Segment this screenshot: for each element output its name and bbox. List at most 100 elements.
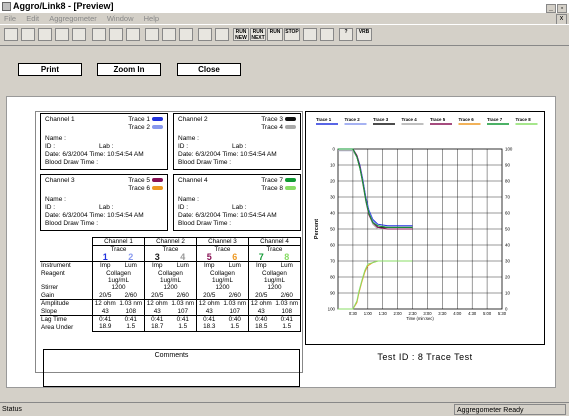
menu-file[interactable]: File (4, 14, 16, 23)
channel-title: Channel 1 (45, 116, 75, 123)
cell-value: 1.03 nm (221, 299, 249, 308)
bars-icon[interactable] (215, 28, 229, 41)
print-icon[interactable] (72, 28, 86, 41)
lab-field: Lab : (232, 204, 247, 211)
cell-value: 1.5 (117, 323, 145, 332)
vrb-icon[interactable]: VRB (356, 28, 372, 41)
cell-value: 18.9 (91, 323, 118, 332)
cell-value: 20/5 (247, 291, 274, 300)
run-next-icon[interactable]: RUN NEXT (250, 28, 266, 41)
legend-entry: Trace 1 (316, 117, 332, 122)
compare-icon[interactable] (198, 28, 212, 41)
cell-value: Collagen (92, 269, 145, 278)
cell-value: 0:41 (195, 315, 222, 324)
cell-value: 1.5 (221, 323, 249, 332)
run-new-icon[interactable]: RUN NEW (233, 28, 249, 41)
legend-entry: Trace 5 (430, 117, 446, 122)
cell-value: 1200 (195, 284, 249, 292)
run-icon[interactable]: RUN (267, 28, 283, 41)
minimize-button[interactable]: _ (546, 4, 556, 13)
print-button[interactable]: Print (18, 63, 82, 76)
patient-icon[interactable] (21, 28, 35, 41)
menu-aggregometer[interactable]: Aggregometer (49, 14, 97, 23)
legend-entry: Trace 4 (402, 117, 418, 122)
comments-label: Comments (154, 352, 189, 359)
x-tick: 1:00 (364, 311, 373, 316)
cell-value: 0:41 (91, 315, 118, 324)
row-label: Slope (41, 307, 58, 315)
help-icon[interactable]: ? (339, 28, 353, 41)
menu-bar: File Edit Aggregometer Window Help x (0, 13, 569, 25)
cell-value: 18.5 (247, 323, 274, 332)
trace-a-swatch (152, 178, 163, 183)
trace-a-swatch (285, 117, 296, 122)
trace-b-swatch (285, 186, 296, 191)
trace-header: Trace (92, 245, 145, 254)
open-folder-icon[interactable] (4, 28, 18, 41)
preview-icon[interactable] (55, 28, 69, 41)
cell-value: 20/5 (143, 291, 170, 300)
view1-icon[interactable] (109, 28, 123, 41)
y-tick-right: 100 (505, 147, 513, 152)
zoom-in-button[interactable]: Zoom In (97, 63, 161, 76)
cell-value: 43 (247, 307, 274, 316)
menu-help[interactable]: Help (144, 14, 159, 23)
y-tick-right: 50 (505, 227, 510, 232)
trace-number: 1 (91, 252, 118, 263)
cell-value: Imp (247, 261, 274, 270)
menu-edit[interactable]: Edit (26, 14, 39, 23)
channel-header: Channel 2 (143, 236, 197, 247)
name-field: Name : (178, 196, 199, 203)
series-line (338, 148, 413, 228)
blood-draw-field: Blood Draw Time : (45, 220, 99, 227)
trace-a-legend: Trace 3 (261, 116, 296, 124)
trace-number: 4 (169, 252, 197, 263)
cell-value: 2/60 (273, 291, 301, 300)
cell-value: 0:40 (221, 315, 249, 324)
calc-icon[interactable] (92, 28, 106, 41)
cell-value: 0:40 (247, 315, 274, 324)
y-tick-left: 30 (330, 195, 335, 200)
view2-icon[interactable] (126, 28, 140, 41)
cell-value: 18.7 (143, 323, 170, 332)
cell-value: 2/60 (221, 291, 249, 300)
trace-b-legend: Trace 8 (261, 185, 296, 193)
legend-entry: Trace 7 (487, 117, 503, 122)
row-label: Reagent (41, 269, 65, 277)
cell-value: 1ug/mL (143, 277, 197, 285)
book-icon[interactable] (320, 28, 334, 41)
toolbar: RUN NEW RUN NEXT RUN STOP? VRB (0, 24, 569, 46)
trace-header: Trace (247, 245, 302, 254)
stop-icon[interactable]: STOP (284, 28, 300, 41)
cell-value: Imp (195, 261, 222, 270)
graph-icon[interactable] (179, 28, 193, 41)
channel-header: Channel 4 (247, 236, 302, 247)
cell-value: 1.03 nm (169, 299, 197, 308)
cell-value: 108 (273, 307, 301, 316)
series-line (338, 260, 413, 310)
trace-number: 8 (273, 252, 301, 263)
row-label: Area Under (41, 323, 74, 331)
trace-a-legend: Trace 7 (261, 177, 296, 185)
multi-icon[interactable] (303, 28, 317, 41)
lab-field: Lab : (99, 143, 114, 150)
x-tick: 3:30 (438, 311, 447, 316)
trace-header: Trace (143, 245, 197, 254)
restore-button[interactable]: ▫ (557, 4, 567, 13)
cell-value: 1.03 nm (273, 299, 301, 308)
cell-value: Lum (169, 261, 197, 270)
cell-value: Collagen (195, 269, 249, 278)
monitor-icon[interactable] (145, 28, 159, 41)
aggregometer-status: Aggregometer Ready (454, 404, 566, 415)
save-icon[interactable] (38, 28, 52, 41)
menu-window[interactable]: Window (107, 14, 134, 23)
cell-value: 1.5 (169, 323, 197, 332)
cell-value: 0:41 (117, 315, 145, 324)
trace-b-label: Trace 6 (128, 185, 150, 192)
cell-value: 1ug/mL (92, 277, 145, 285)
cell-value: 0:41 (143, 315, 170, 324)
trace-number: 2 (117, 252, 145, 263)
window-icon[interactable] (162, 28, 176, 41)
close-button[interactable]: Close (177, 63, 241, 76)
cell-value: 107 (169, 307, 197, 316)
